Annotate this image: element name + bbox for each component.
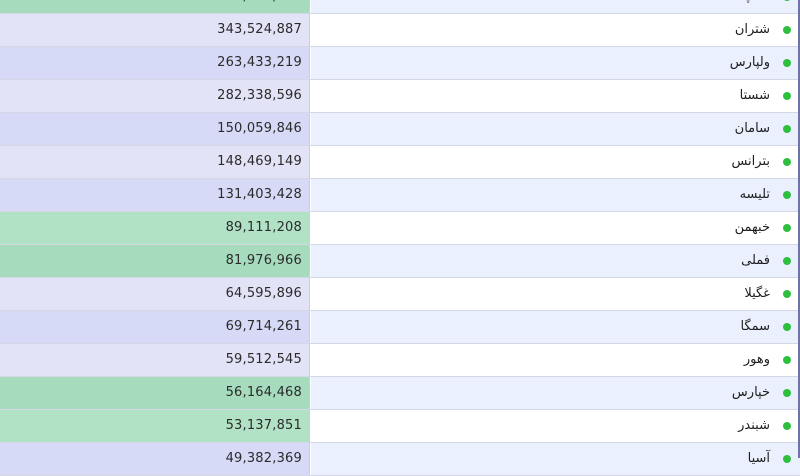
- status-dot-icon: [783, 356, 791, 364]
- table-row[interactable]: 53,137,851 شبندر: [0, 410, 800, 443]
- symbol-cell[interactable]: فملی: [311, 245, 800, 277]
- trade-value: 282,338,596: [217, 88, 302, 103]
- symbol-name[interactable]: آسیا: [748, 443, 770, 475]
- symbol-name[interactable]: تلیسه: [740, 179, 770, 211]
- table-row[interactable]: 282,338,596 شستا: [0, 80, 800, 113]
- value-cell: 131,403,428: [0, 179, 310, 211]
- status-dot-icon: [783, 92, 791, 100]
- trade-value: 131,403,428: [217, 187, 302, 202]
- status-dot-icon: [783, 422, 791, 430]
- symbol-cell[interactable]: سامان: [311, 113, 800, 145]
- symbol-cell[interactable]: بترانس: [311, 146, 800, 178]
- trade-value: 150,059,846: [217, 121, 302, 136]
- value-cell: 148,469,149: [0, 146, 310, 178]
- table-row[interactable]: 350,122,655 ستپ: [0, 0, 800, 14]
- value-cell: 64,595,896: [0, 278, 310, 310]
- trade-value: 89,111,208: [225, 220, 302, 235]
- symbol-cell[interactable]: شتران: [311, 14, 800, 46]
- table-row[interactable]: 150,059,846 سامان: [0, 113, 800, 146]
- status-dot-icon: [783, 26, 791, 34]
- symbol-name[interactable]: فملی: [741, 245, 770, 277]
- trade-value: 148,469,149: [217, 154, 302, 169]
- status-dot-icon: [783, 257, 791, 265]
- value-cell: 56,164,468: [0, 377, 310, 409]
- status-dot-icon: [783, 0, 791, 1]
- table-row[interactable]: 263,433,219 ولپارس: [0, 47, 800, 80]
- trade-value: 49,382,369: [225, 451, 302, 466]
- table-row[interactable]: 56,164,468 خپارس: [0, 377, 800, 410]
- status-dot-icon: [783, 290, 791, 298]
- value-cell: 53,137,851: [0, 410, 310, 442]
- table-row[interactable]: 148,469,149 بترانس: [0, 146, 800, 179]
- symbol-cell[interactable]: خپارس: [311, 377, 800, 409]
- value-cell: 69,714,261: [0, 311, 310, 343]
- symbol-cell[interactable]: ولپارس: [311, 47, 800, 79]
- symbol-cell[interactable]: غگیلا: [311, 278, 800, 310]
- trade-value: 343,524,887: [217, 22, 302, 37]
- status-dot-icon: [783, 455, 791, 463]
- table-row[interactable]: 59,512,545 وهور: [0, 344, 800, 377]
- symbol-name[interactable]: بترانس: [731, 146, 770, 178]
- symbol-cell[interactable]: سمگا: [311, 311, 800, 343]
- symbol-name[interactable]: ستپ: [742, 0, 770, 13]
- symbol-name[interactable]: خپارس: [732, 377, 770, 409]
- symbol-cell[interactable]: تلیسه: [311, 179, 800, 211]
- symbol-cell[interactable]: شستا: [311, 80, 800, 112]
- symbol-name[interactable]: ولپارس: [730, 47, 770, 79]
- symbol-cell[interactable]: شبندر: [311, 410, 800, 442]
- symbol-name[interactable]: سامان: [735, 113, 770, 145]
- table-row[interactable]: 343,524,887 شتران: [0, 14, 800, 47]
- symbol-name[interactable]: شبندر: [738, 410, 770, 442]
- status-dot-icon: [783, 59, 791, 67]
- symbol-name[interactable]: غگیلا: [744, 278, 770, 310]
- symbol-name[interactable]: سمگا: [740, 311, 770, 343]
- status-dot-icon: [783, 323, 791, 331]
- symbol-name[interactable]: شستا: [740, 80, 770, 112]
- trade-value: 81,976,966: [225, 253, 302, 268]
- trade-value: 64,595,896: [225, 286, 302, 301]
- value-cell: 350,122,655: [0, 0, 310, 13]
- symbol-name[interactable]: شتران: [735, 14, 770, 46]
- trade-value: 59,512,545: [225, 352, 302, 367]
- value-cell: 89,111,208: [0, 212, 310, 244]
- symbol-name[interactable]: وهور: [744, 344, 770, 376]
- status-dot-icon: [783, 158, 791, 166]
- table-row[interactable]: 81,976,966 فملی: [0, 245, 800, 278]
- status-dot-icon: [783, 191, 791, 199]
- symbol-cell[interactable]: خبهمن: [311, 212, 800, 244]
- stock-volume-table: 350,122,655ستپ343,524,887شتران263,433,21…: [0, 0, 800, 476]
- table-row[interactable]: 49,382,369 آسیا: [0, 443, 800, 476]
- symbol-name[interactable]: خبهمن: [735, 212, 770, 244]
- value-cell: 59,512,545: [0, 344, 310, 376]
- status-dot-icon: [783, 389, 791, 397]
- value-cell: 263,433,219: [0, 47, 310, 79]
- value-cell: 150,059,846: [0, 113, 310, 145]
- value-cell: 282,338,596: [0, 80, 310, 112]
- symbol-cell[interactable]: وهور: [311, 344, 800, 376]
- trade-value: 69,714,261: [225, 319, 302, 334]
- symbol-cell[interactable]: آسیا: [311, 443, 800, 475]
- value-cell: 49,382,369: [0, 443, 310, 475]
- trade-value: 56,164,468: [225, 385, 302, 400]
- trade-value: 263,433,219: [217, 55, 302, 70]
- value-cell: 81,976,966: [0, 245, 310, 277]
- table-row[interactable]: 89,111,208 خبهمن: [0, 212, 800, 245]
- status-dot-icon: [783, 224, 791, 232]
- table-row[interactable]: 131,403,428 تلیسه: [0, 179, 800, 212]
- value-cell: 343,524,887: [0, 14, 310, 46]
- symbol-cell[interactable]: ستپ: [311, 0, 800, 13]
- table-row[interactable]: 64,595,896 غگیلا: [0, 278, 800, 311]
- table-row[interactable]: 69,714,261 سمگا: [0, 311, 800, 344]
- trade-value: 350,122,655: [217, 0, 302, 13]
- status-dot-icon: [783, 125, 791, 133]
- trade-value: 53,137,851: [225, 418, 302, 433]
